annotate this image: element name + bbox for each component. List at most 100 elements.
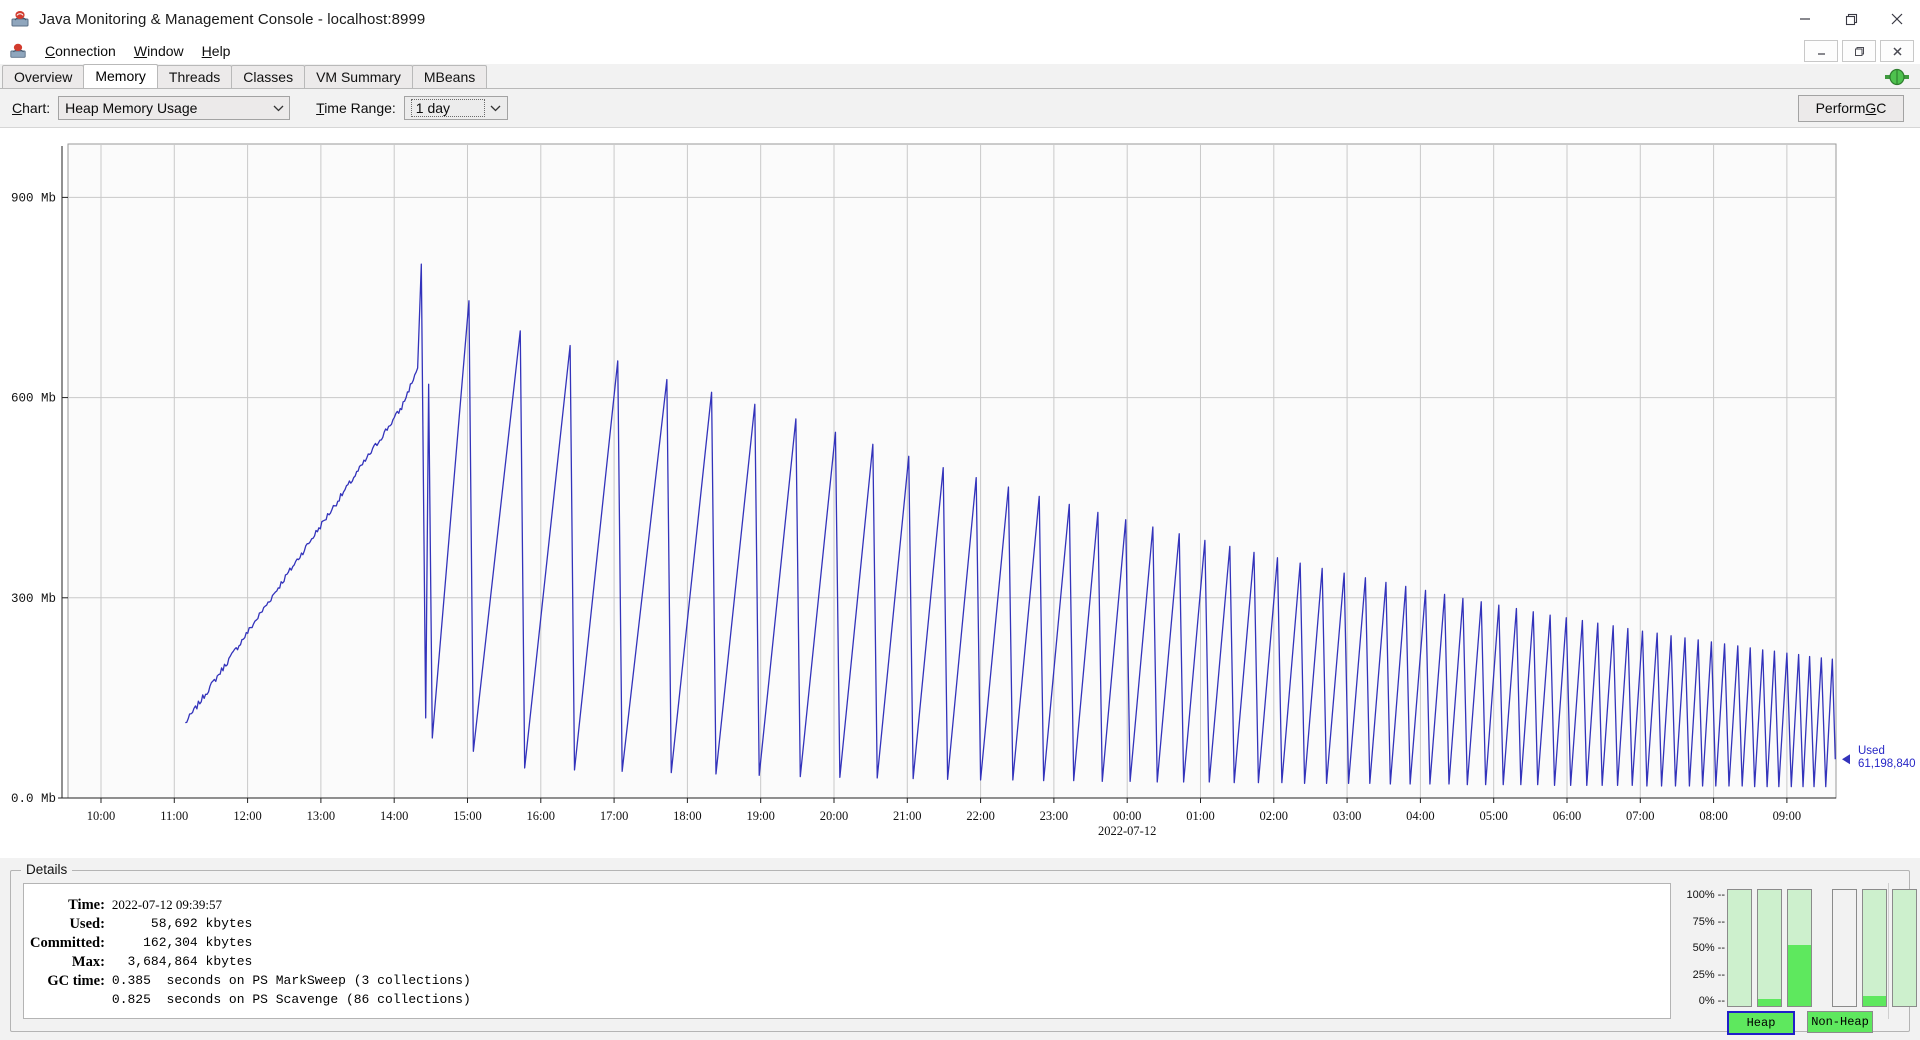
pool-bar-groups bbox=[1727, 889, 1917, 1007]
details-value: 58,692 kbytes bbox=[111, 916, 253, 931]
percent-tick: 50% -- bbox=[1692, 942, 1725, 954]
percent-tick: 25% -- bbox=[1692, 968, 1725, 981]
details-key: Used: bbox=[69, 916, 105, 932]
x-tick-label: 20:00 bbox=[820, 809, 848, 823]
child-minimize-button[interactable] bbox=[1804, 40, 1838, 62]
memory-pool-bar[interactable] bbox=[1892, 889, 1917, 1007]
java-console-icon bbox=[9, 42, 27, 60]
details-value: 2022-07-12 09:39:57 bbox=[111, 897, 223, 912]
x-tick-label: 04:00 bbox=[1406, 809, 1434, 823]
memory-pool-bar[interactable] bbox=[1757, 889, 1782, 1007]
details-key: Committed: bbox=[30, 935, 105, 951]
chart-label: Chart: bbox=[12, 100, 51, 116]
tab-memory[interactable]: Memory bbox=[83, 64, 158, 88]
used-annotation-label: Used bbox=[1858, 745, 1885, 758]
details-group-title: Details bbox=[21, 862, 73, 877]
tab-overview[interactable]: Overview bbox=[2, 65, 85, 88]
x-tick-label: 18:00 bbox=[673, 809, 701, 823]
used-annotation-value: 61,198,840 bbox=[1858, 758, 1916, 771]
menu-window-mnemonic: W bbox=[133, 42, 148, 59]
y-tick-label: 600 Mb bbox=[11, 392, 56, 406]
window-maximize-button[interactable] bbox=[1828, 0, 1874, 38]
non-heap-button[interactable]: Non-Heap bbox=[1807, 1011, 1873, 1033]
time-range-label-mnemonic: T bbox=[316, 100, 325, 116]
menubar: Connection Window Help bbox=[0, 38, 1920, 64]
used-annotation: Used 61,198,840 bbox=[1858, 745, 1916, 771]
details-row: Committed: 162,304 kbytes bbox=[30, 934, 471, 953]
details-value: 162,304 kbytes bbox=[111, 935, 253, 950]
x-tick-label: 19:00 bbox=[746, 809, 774, 823]
percent-tick: 75% -- bbox=[1692, 915, 1725, 928]
x-tick-label: 03:00 bbox=[1333, 809, 1361, 823]
x-tick-label: 15:00 bbox=[453, 809, 481, 823]
menu-help-label: elp bbox=[211, 42, 231, 59]
details-row: Used: 58,692 kbytes bbox=[30, 915, 471, 934]
x-tick-label: 09:00 bbox=[1773, 809, 1801, 823]
memory-pool-bar[interactable] bbox=[1832, 889, 1857, 1007]
y-tick-label: 0.0 Mb bbox=[11, 792, 56, 806]
details-text-box: Time: 2022-07-12 09:39:57 Used: 58,692 kby… bbox=[23, 883, 1671, 1019]
percent-axis: 100% -- 75% -- 50% -- 25% -- 0% -- bbox=[1681, 889, 1725, 1007]
heap-button[interactable]: Heap bbox=[1727, 1011, 1795, 1035]
details-row: Time: 2022-07-12 09:39:57 bbox=[30, 896, 471, 915]
x-tick-label: 06:00 bbox=[1553, 809, 1581, 823]
y-tick-label: 300 Mb bbox=[11, 592, 56, 606]
window-minimize-button[interactable] bbox=[1782, 0, 1828, 38]
menu-window-label: indow bbox=[147, 42, 184, 59]
time-range-select[interactable]: 1 day bbox=[403, 96, 508, 120]
details-value: 0.825 seconds on PS Scavenge (86 collect… bbox=[111, 992, 471, 1007]
x-tick-label: 10:00 bbox=[87, 809, 115, 823]
memory-pool-bar-fill bbox=[1788, 944, 1811, 1006]
window-controls bbox=[1782, 0, 1920, 38]
heap-bar-group bbox=[1727, 889, 1812, 1007]
time-range-value: 1 day bbox=[410, 99, 485, 117]
time-range-label: Time Range: bbox=[316, 100, 396, 116]
menu-window[interactable]: Window bbox=[126, 41, 194, 62]
perform-gc-label: Perform bbox=[1815, 100, 1866, 116]
nonheap-bar-group bbox=[1832, 889, 1917, 1007]
child-restore-button[interactable] bbox=[1842, 40, 1876, 62]
x-tick-label: 16:00 bbox=[527, 809, 555, 823]
details-value: 3,684,864 kbytes bbox=[111, 954, 253, 969]
x-tick-label: 05:00 bbox=[1479, 809, 1507, 823]
x-tick-label: 08:00 bbox=[1699, 809, 1727, 823]
chevron-down-icon bbox=[485, 98, 507, 118]
tab-mbeans[interactable]: MBeans bbox=[411, 65, 488, 88]
chart-toolbar: Chart: Heap Memory Usage Time Range: 1 d… bbox=[0, 89, 1920, 128]
memory-pool-bar[interactable] bbox=[1727, 889, 1752, 1007]
x-tick-label: 02:00 bbox=[1260, 809, 1288, 823]
details-row: 0.825 seconds on PS Scavenge (86 collect… bbox=[30, 991, 471, 1008]
connected-plug-icon bbox=[1884, 67, 1910, 87]
details-row: Max: 3,684,864 kbytes bbox=[30, 953, 471, 972]
window-close-button[interactable] bbox=[1874, 0, 1920, 38]
details-key: Time: bbox=[68, 897, 105, 913]
tab-classes[interactable]: Classes bbox=[231, 65, 306, 88]
jconsole-window: Java Monitoring & Management Console - l… bbox=[0, 0, 1920, 1040]
tab-vm-summary[interactable]: VM Summary bbox=[304, 65, 413, 88]
memory-chart[interactable]: 10:00 11:00 12:00 13:00 14:00 15:00 16:00 17:00… bbox=[0, 128, 1920, 858]
chart-select-value: Heap Memory Usage bbox=[65, 100, 198, 116]
x-tick-label: 12:00 bbox=[233, 809, 261, 823]
memory-pool-bar[interactable] bbox=[1862, 889, 1887, 1007]
chart-select[interactable]: Heap Memory Usage bbox=[58, 96, 291, 120]
x-tick-label: 07:00 bbox=[1626, 809, 1654, 823]
memory-pool-bar-fill bbox=[1863, 995, 1886, 1006]
left-triangle-icon bbox=[1842, 754, 1850, 765]
perform-gc-button[interactable]: Perform GC bbox=[1798, 94, 1904, 122]
menu-connection[interactable]: Connection bbox=[37, 41, 126, 62]
menu-help[interactable]: Help bbox=[194, 41, 241, 62]
chart-label-mnemonic: C bbox=[12, 100, 23, 116]
mdi-child-controls bbox=[1804, 40, 1914, 62]
child-close-button[interactable] bbox=[1880, 40, 1914, 62]
details-key: GC time: bbox=[47, 973, 105, 989]
x-axis-date-label: 2022-07-12 bbox=[1098, 824, 1156, 838]
x-tick-label: 23:00 bbox=[1040, 809, 1068, 823]
x-tick-label: 01:00 bbox=[1186, 809, 1214, 823]
window-titlebar: Java Monitoring & Management Console - l… bbox=[0, 0, 1920, 38]
tab-threads[interactable]: Threads bbox=[156, 65, 233, 88]
y-tick-label: 900 Mb bbox=[11, 191, 56, 205]
perform-gc-tail: C bbox=[1876, 100, 1887, 116]
details-row: GC time: 0.385 seconds on PS MarkSweep (3… bbox=[30, 972, 470, 991]
memory-pool-bar[interactable] bbox=[1787, 889, 1812, 1007]
x-tick-label: 13:00 bbox=[307, 809, 335, 823]
